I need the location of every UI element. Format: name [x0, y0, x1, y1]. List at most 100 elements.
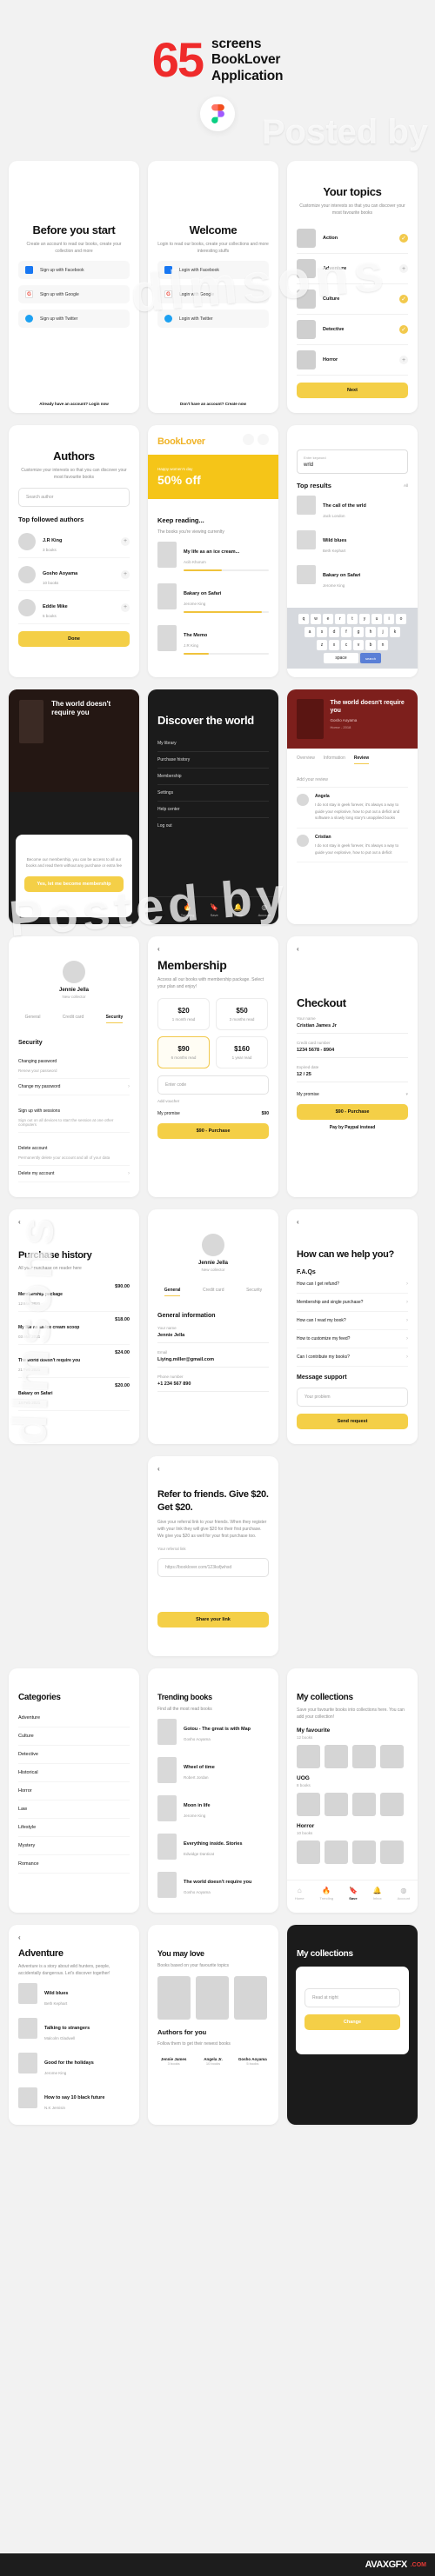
- key[interactable]: v: [353, 640, 364, 650]
- plus-icon[interactable]: +: [121, 536, 130, 546]
- book-item[interactable]: How to say 10 black future N.K Jemisin: [18, 2081, 130, 2116]
- menu-item[interactable]: My library: [157, 736, 269, 752]
- signup-twitter-button[interactable]: Sign up with Twitter: [18, 310, 130, 328]
- share-link-button[interactable]: Share your link: [157, 1611, 269, 1627]
- key[interactable]: b: [365, 640, 376, 650]
- collection-group[interactable]: UOG 8 books: [297, 1775, 408, 1816]
- plus-icon[interactable]: +: [121, 602, 130, 612]
- book-item[interactable]: Talking to strangers Malcolm Gladwell: [18, 2012, 130, 2047]
- check-icon[interactable]: ✓: [399, 234, 408, 243]
- tab-save[interactable]: 🔖 Save: [210, 903, 218, 917]
- book-item[interactable]: Gotou - The great is with Map Gosho Aoyam…: [157, 1713, 269, 1751]
- create-account-link[interactable]: Don't have an account? Create now: [148, 402, 278, 406]
- send-request-button[interactable]: Send request: [297, 1413, 408, 1429]
- menu-item[interactable]: Purchase history: [157, 752, 269, 769]
- author-item[interactable]: J.R King 3 books +: [18, 525, 130, 558]
- book-item[interactable]: Wheel of time Robert Jordan: [157, 1751, 269, 1789]
- tab-trending[interactable]: 🔥 Trending: [319, 1887, 333, 1900]
- category-item[interactable]: Lifestyle: [18, 1819, 130, 1837]
- book-item[interactable]: Everything inside. Stories Edwidge Dantic…: [157, 1827, 269, 1866]
- bottom-tabbar[interactable]: ⌂ Home 🔥 Trending 🔖 Save 🔔 Inbox ◍ Account: [148, 896, 278, 924]
- field-value[interactable]: +1 234 567 890: [157, 1381, 269, 1392]
- book-cover[interactable]: [196, 1976, 229, 2020]
- key[interactable]: y: [359, 614, 370, 624]
- purchase-row[interactable]: Bakary on Safari 14 Feb 2021 $20.00: [18, 1378, 130, 1411]
- faq-item[interactable]: How can I get refund? ›: [297, 1275, 408, 1294]
- check-icon[interactable]: ✓: [399, 325, 408, 334]
- category-item[interactable]: Historical: [18, 1764, 130, 1782]
- plus-icon[interactable]: +: [399, 264, 408, 273]
- message-input[interactable]: Your problem: [297, 1387, 408, 1407]
- result-item[interactable]: The call of the wrld Jack London: [297, 489, 408, 524]
- profile-tabs[interactable]: General Credit card Security: [148, 1281, 278, 1296]
- login-facebook-button[interactable]: Login with Facebook: [157, 261, 269, 279]
- topic-item[interactable]: Culture ✓: [297, 284, 408, 315]
- tab-inbox[interactable]: 🔔 Inbox: [234, 903, 243, 917]
- screen-membership-prompt[interactable]: The world doesn't require you Let save y…: [9, 689, 139, 924]
- search-input[interactable]: wrld: [304, 463, 401, 468]
- paypal-button[interactable]: Pay by Paypal instead: [297, 1120, 408, 1135]
- key[interactable]: q: [298, 614, 309, 624]
- topic-item[interactable]: Action ✓: [297, 223, 408, 254]
- author-item[interactable]: Gosho Aoyama 10 books +: [18, 558, 130, 591]
- result-item[interactable]: Bakary on Safari Jerome King: [297, 559, 408, 594]
- key[interactable]: k: [390, 627, 400, 637]
- back-icon[interactable]: ‹: [18, 1218, 130, 1226]
- promo-banner[interactable]: Happy women's day 50% off: [148, 455, 278, 499]
- field-value[interactable]: 12 / 25: [297, 1072, 408, 1082]
- setting-row[interactable]: Changing password Renew your password: [18, 1046, 130, 1079]
- setting-row[interactable]: Change my password ›: [18, 1079, 130, 1095]
- login-link[interactable]: Already have an account? Login now: [9, 402, 139, 406]
- purchase-row[interactable]: My life as an ice cream scoop 03 Mar 2021…: [18, 1312, 130, 1345]
- chevron-down-icon[interactable]: ▾: [405, 1092, 408, 1097]
- setting-row[interactable]: Sign up with sessions Sign out on all dev…: [18, 1095, 130, 1133]
- filter-label[interactable]: All: [404, 483, 408, 488]
- field-value[interactable]: Cristian James Jr: [297, 1023, 408, 1034]
- menu-icon[interactable]: [258, 434, 269, 445]
- screen-trending[interactable]: Trending books Find all the most read bo…: [148, 1668, 278, 1913]
- key[interactable]: g: [353, 627, 364, 637]
- key[interactable]: x: [329, 640, 339, 650]
- category-item[interactable]: Romance: [18, 1855, 130, 1874]
- tab-review[interactable]: Review: [353, 755, 370, 764]
- key[interactable]: z: [317, 640, 327, 650]
- screen-purchase-history[interactable]: ‹ Purchase history All your purchase on …: [9, 1209, 139, 1444]
- category-item[interactable]: Horror: [18, 1782, 130, 1801]
- book-item[interactable]: Moon in life Jerome King: [157, 1789, 269, 1827]
- tab-credit-card[interactable]: Credit card: [63, 1015, 84, 1023]
- back-icon[interactable]: ‹: [157, 1465, 269, 1473]
- back-icon[interactable]: ‹: [297, 1218, 408, 1226]
- tab-home[interactable]: ⌂ Home: [295, 1887, 304, 1900]
- category-item[interactable]: Detective: [18, 1746, 130, 1764]
- screen-security-settings[interactable]: Jennie Jella New collector General Credi…: [9, 936, 139, 1197]
- screen-book-detail[interactable]: The world doesn't require you Gosho Aoya…: [287, 689, 418, 924]
- plus-icon[interactable]: +: [121, 569, 130, 579]
- screen-adventure[interactable]: ‹ Adventure Adventure is a story about w…: [9, 1925, 139, 2125]
- tab-security[interactable]: Security: [246, 1288, 262, 1296]
- plus-icon[interactable]: +: [399, 356, 408, 364]
- key[interactable]: c: [341, 640, 351, 650]
- referral-link-input[interactable]: https://booklover.com/123ksfjwhsd: [157, 1557, 269, 1577]
- key[interactable]: n: [378, 640, 388, 650]
- search-key[interactable]: search: [360, 653, 381, 663]
- screen-categories[interactable]: Categories Adventure Culture Detective H…: [9, 1668, 139, 1913]
- topic-item[interactable]: Horror +: [297, 345, 408, 376]
- screen-authors[interactable]: Authors Customize your interests so that…: [9, 425, 139, 677]
- screen-welcome[interactable]: Welcome Login to read our books, create …: [148, 161, 278, 413]
- cancel-button[interactable]: Cancel: [304, 2030, 400, 2046]
- virtual-keyboard[interactable]: q w e r t y u i o a s d f g h j k z x c …: [287, 608, 418, 669]
- book-item[interactable]: Bakary on Safari Jerome King: [157, 577, 269, 619]
- purchase-button[interactable]: $90 - Purchase: [297, 1104, 408, 1120]
- signup-google-button[interactable]: Sign up with Google: [18, 285, 130, 303]
- plan-option[interactable]: $160 1 year read: [216, 1036, 268, 1068]
- category-item[interactable]: Adventure: [18, 1709, 130, 1727]
- collection-group[interactable]: Horror 10 books: [297, 1823, 408, 1864]
- category-item[interactable]: Culture: [18, 1727, 130, 1746]
- plan-option[interactable]: $20 1 month read: [157, 998, 210, 1030]
- menu-item[interactable]: Membership: [157, 769, 269, 785]
- space-key[interactable]: space: [324, 653, 358, 663]
- category-item[interactable]: Law: [18, 1801, 130, 1819]
- field-value[interactable]: Liying.miller@gmail.com: [157, 1357, 269, 1368]
- menu-item[interactable]: Help center: [157, 802, 269, 818]
- tab-overview[interactable]: Overview: [297, 755, 315, 764]
